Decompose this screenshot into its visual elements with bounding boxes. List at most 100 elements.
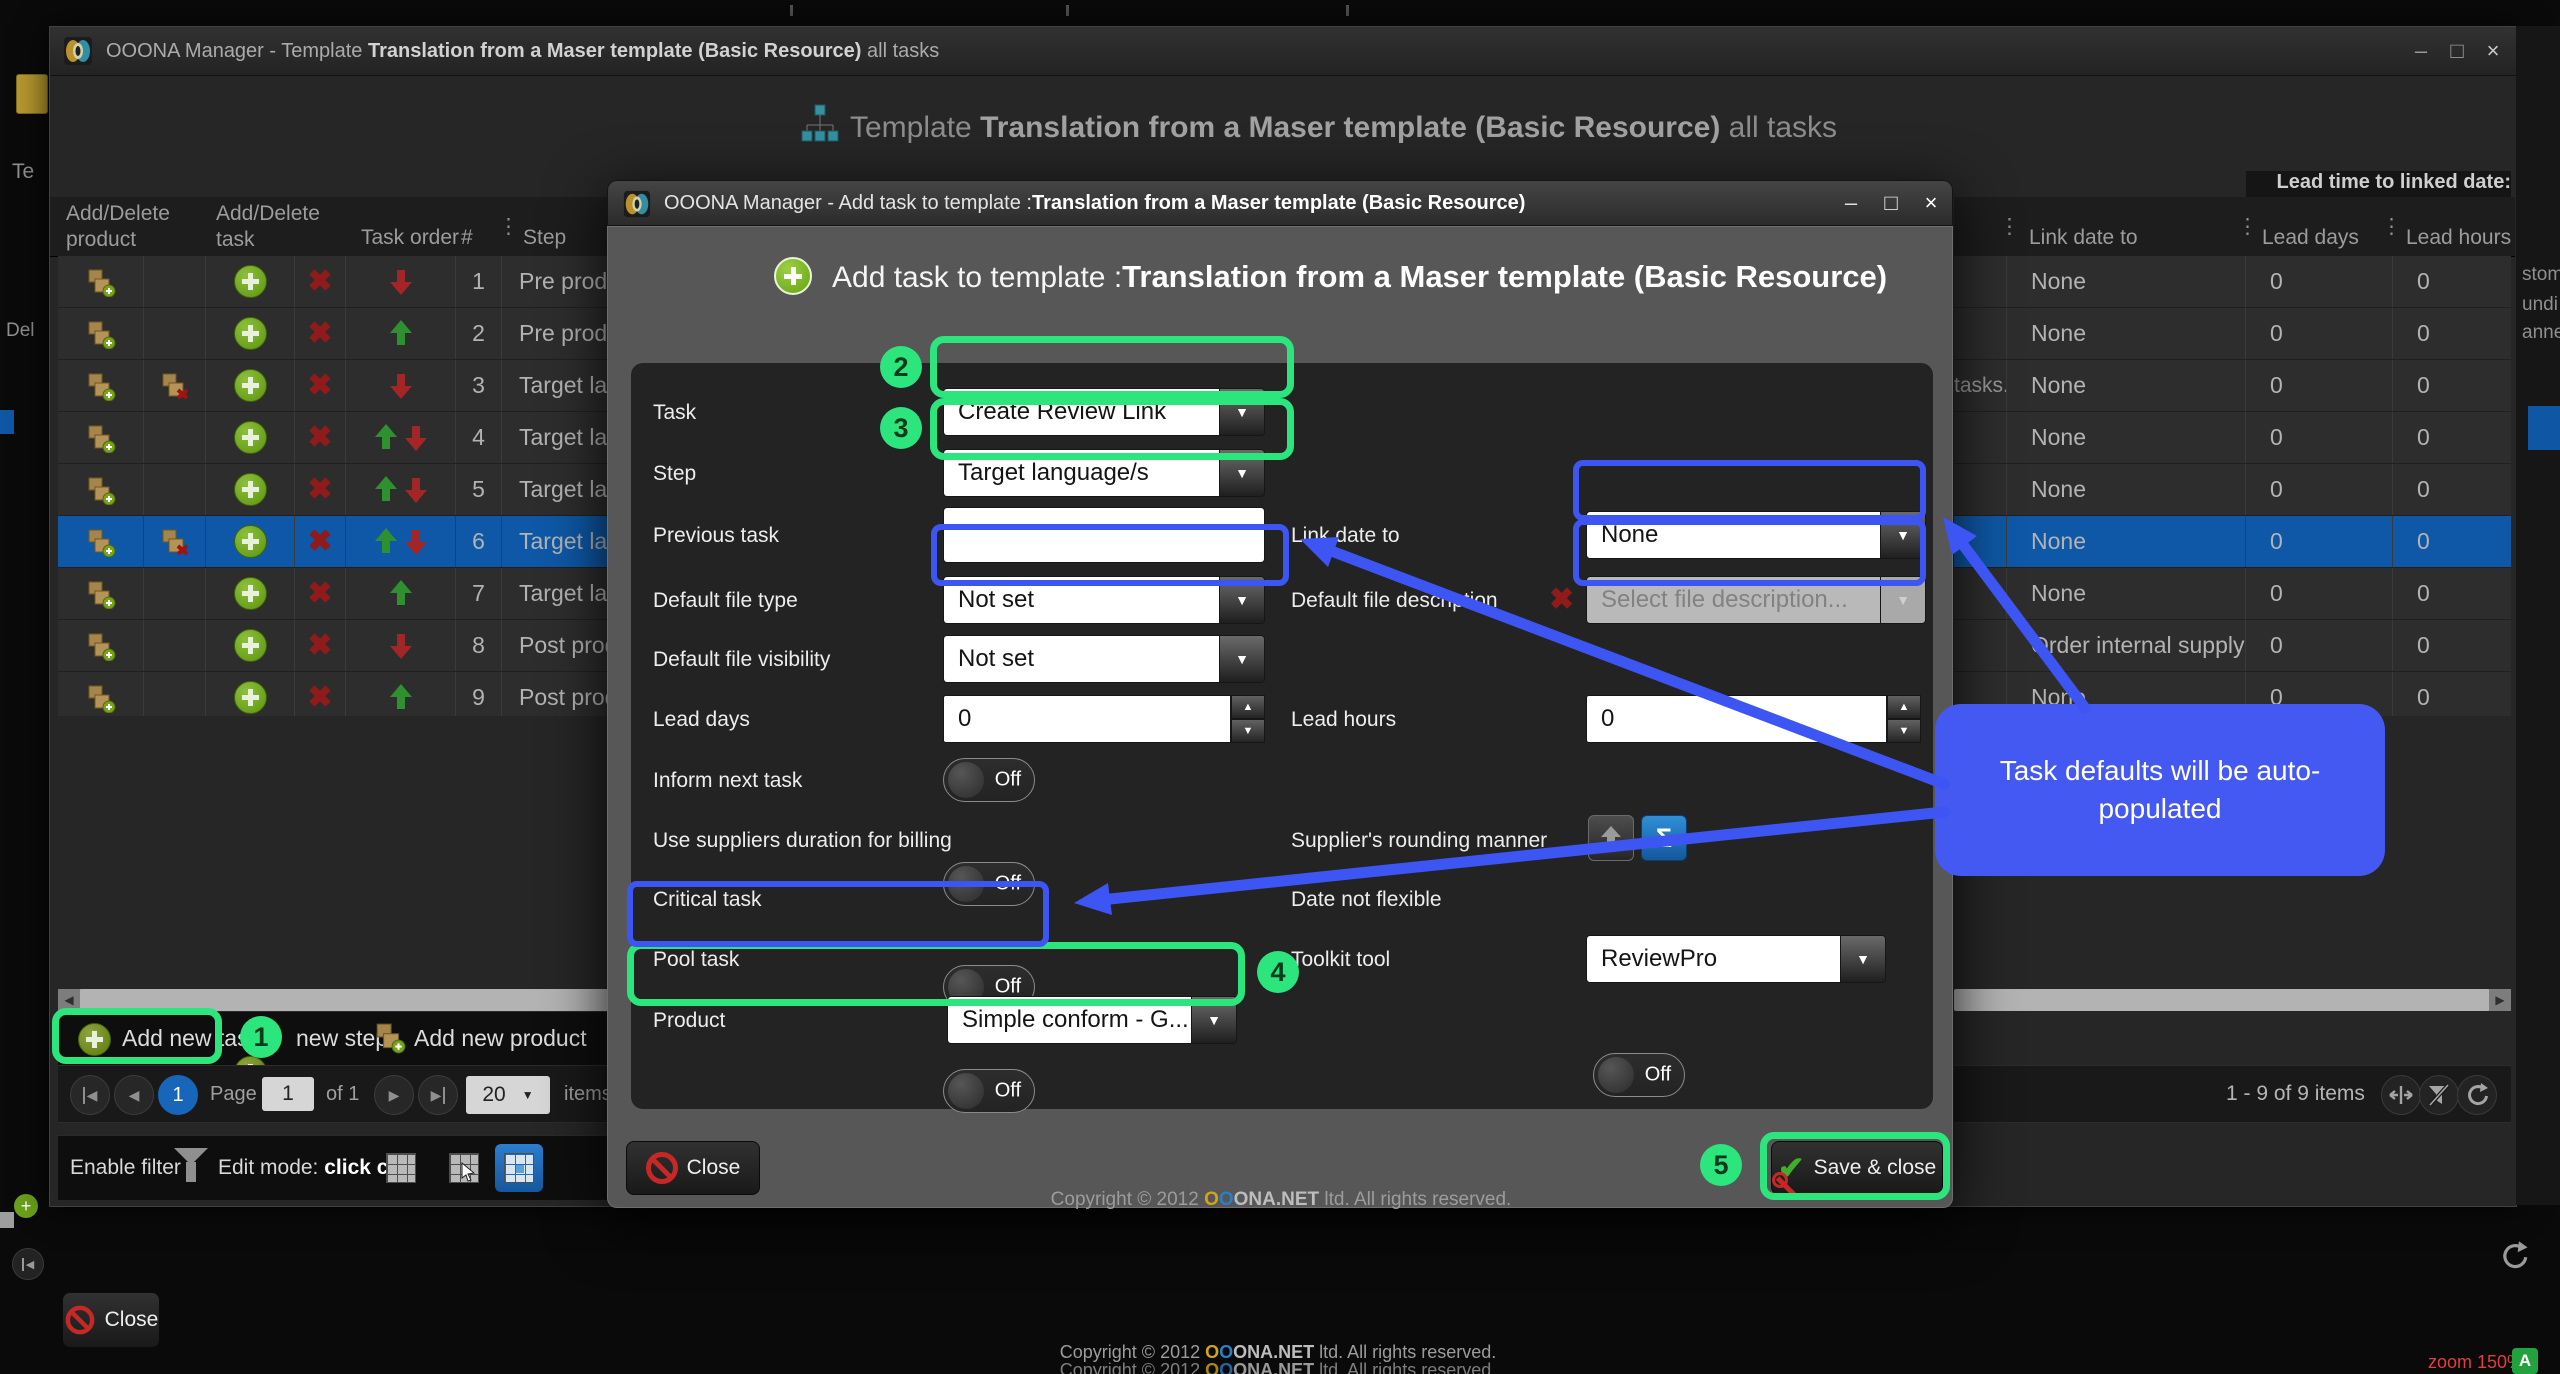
table-row[interactable]: ✖9Post produ [58,672,608,716]
add-task-icon[interactable] [206,412,295,463]
add-task-icon[interactable] [206,308,295,359]
task-order-cell[interactable] [346,256,456,307]
table-row[interactable]: tasks...None00 [1954,360,2511,412]
product-select[interactable]: Simple conform - G... [947,996,1237,1044]
task-order-cell[interactable] [346,620,456,671]
move-up-icon[interactable] [390,320,412,347]
dialog-maximize-button[interactable]: □ [1876,190,1906,216]
table-row[interactable]: None00 [1954,308,2511,360]
delete-product-icon[interactable] [144,516,206,567]
add-task-icon[interactable] [206,256,295,307]
add-product-icon[interactable] [58,256,144,307]
task-order-cell[interactable] [346,360,456,411]
add-product-icon[interactable] [58,620,144,671]
column-header[interactable]: Lead days [2262,225,2359,251]
task-order-cell[interactable] [346,516,456,567]
link-date-to-select[interactable]: None [1586,511,1926,559]
view-grid-button[interactable] [377,1144,425,1192]
enable-filter-label[interactable]: Enable filter [70,1156,181,1180]
spin-up-icon[interactable] [1231,695,1265,719]
move-up-icon[interactable] [390,684,412,711]
maximize-button[interactable]: □ [2442,38,2472,64]
move-up-icon[interactable] [375,528,397,555]
task-order-cell[interactable] [346,464,456,515]
pool-task-toggle[interactable]: Off [943,1069,1035,1113]
clear-filter-button[interactable] [2419,1075,2459,1115]
table-row[interactable]: None00 [1954,568,2511,620]
use-suppliers-toggle[interactable]: Off [943,862,1035,906]
add-product-icon[interactable] [58,568,144,619]
table-row[interactable]: ✖1Pre produc [58,256,608,308]
h-scrollbar-left[interactable]: ◀ [58,989,608,1011]
delete-task-icon[interactable]: ✖ [295,568,346,619]
move-up-icon[interactable] [375,424,397,451]
move-down-icon[interactable] [405,424,427,451]
delete-task-icon[interactable]: ✖ [295,256,346,307]
task-select[interactable]: Create Review Link [943,388,1265,436]
table-row[interactable]: ✖6Target lang [58,516,608,568]
add-task-icon[interactable] [206,672,295,716]
previous-task-input[interactable] [943,507,1265,563]
first-page-icon[interactable]: ◀ [12,1248,44,1280]
add-task-icon[interactable] [206,620,295,671]
delete-task-icon[interactable]: ✖ [295,672,346,716]
table-row[interactable]: ✖2Pre produc [58,308,608,360]
last-page-button[interactable]: ▶ [418,1075,458,1115]
current-page-button[interactable]: 1 [158,1075,198,1115]
add-task-icon[interactable] [78,1023,111,1056]
default-file-visibility-select[interactable]: Not set [943,635,1265,683]
prev-page-button[interactable]: ◀ [114,1075,154,1115]
edit-cell-button[interactable] [440,1144,488,1192]
add-product-icon[interactable] [58,308,144,359]
delete-task-icon[interactable]: ✖ [295,308,346,359]
column-header[interactable]: Step [523,225,566,251]
inform-next-task-toggle[interactable]: Off [943,758,1035,802]
filter-funnel-icon[interactable] [174,1146,210,1188]
move-down-icon[interactable] [405,476,427,503]
scroll-right-icon[interactable]: ▶ [2489,989,2511,1011]
delete-task-icon[interactable]: ✖ [295,464,346,515]
page-size-select[interactable]: 20▼ [466,1076,550,1114]
spin-down-icon[interactable] [1231,719,1265,743]
fit-columns-button[interactable] [2381,1075,2421,1115]
table-row[interactable]: ✖4Target lang [58,412,608,464]
column-header[interactable]: Task order [361,225,459,251]
delete-task-icon[interactable]: ✖ [295,516,346,567]
add-task-icon[interactable] [206,464,295,515]
add-task-icon[interactable] [206,568,295,619]
table-row[interactable]: Order internal supply d...00 [1954,620,2511,672]
scroll-left-icon[interactable]: ◀ [58,989,80,1011]
table-row[interactable]: None00 [1954,516,2511,568]
h-scrollbar-right[interactable]: ▶ [1954,989,2511,1011]
move-down-icon[interactable] [390,372,412,399]
delete-task-icon[interactable]: ✖ [295,412,346,463]
table-row[interactable]: None00 [1954,256,2511,308]
move-down-icon[interactable] [390,268,412,295]
close-button[interactable]: × [2478,38,2508,64]
dialog-minimize-button[interactable]: – [1836,190,1866,216]
column-header[interactable]: Lead hours [2406,225,2511,251]
table-row[interactable]: None00 [1954,412,2511,464]
add-task-icon[interactable] [206,360,295,411]
spin-down-icon[interactable] [1887,719,1921,743]
add-task-icon[interactable] [206,516,295,567]
column-header[interactable]: Add/Delete product [66,201,196,253]
column-header[interactable]: Add/Delete task [216,201,336,253]
save-and-close-button[interactable]: ✔ Save & close [1771,1141,1943,1195]
minimize-button[interactable]: – [2406,38,2436,64]
edit-row-button[interactable] [495,1144,543,1192]
add-product-icon[interactable] [58,464,144,515]
add-product-icon[interactable] [58,412,144,463]
spin-up-icon[interactable] [1887,695,1921,719]
move-down-icon[interactable] [405,528,427,555]
column-menu-icon[interactable]: ⋮ [2381,221,2402,233]
task-order-cell[interactable] [346,568,456,619]
first-page-button[interactable]: ◀ [70,1075,110,1115]
add-product-icon[interactable] [58,360,144,411]
page-input[interactable]: 1 [262,1077,314,1111]
delete-product-icon[interactable] [144,360,206,411]
table-row[interactable]: ✖7Target lang [58,568,608,620]
next-page-button[interactable]: ▶ [374,1075,414,1115]
column-header[interactable]: # [461,225,473,251]
background-close-button[interactable]: Close [62,1292,160,1348]
